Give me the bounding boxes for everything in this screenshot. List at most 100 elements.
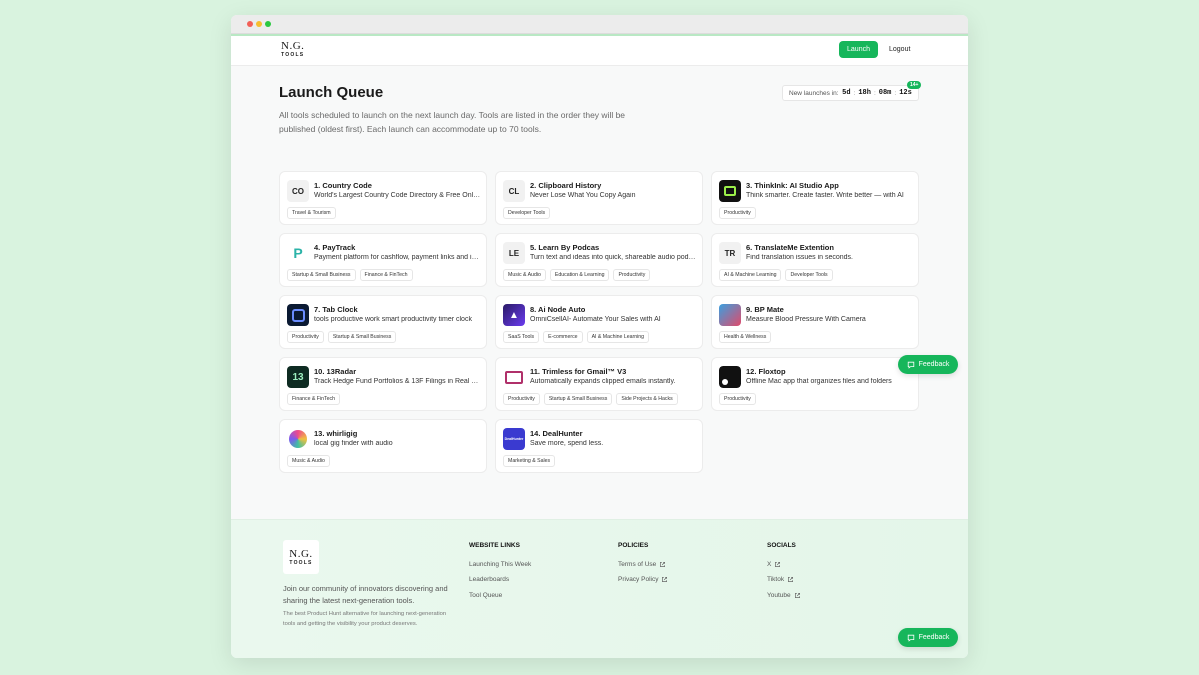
tool-card[interactable]: LE 5. Learn By Podcas Turn text and ideas … [495,233,703,287]
tool-card[interactable]: DealHunter 14. DealHunter Save more, spend… [495,419,703,473]
tool-card[interactable]: 12. Floxtop Offline Mac app that organize… [711,357,919,411]
close-window-dot[interactable] [247,21,253,27]
tool-title[interactable]: 13. whirligig [314,429,357,438]
footer-link-tool-queue[interactable]: Tool Queue [469,588,531,603]
footer-link-terms[interactable]: Terms of Use [618,557,668,572]
floxtop-icon [719,366,741,388]
launch-button[interactable]: Launch [839,41,878,58]
tool-title[interactable]: 14. DealHunter [530,429,583,438]
tool-title[interactable]: 8. Ai Node Auto [530,305,585,314]
category-tag[interactable]: Finance & FinTech [359,269,413,281]
category-tag[interactable]: Developer Tools [785,269,833,281]
tool-card[interactable]: P 4. PayTrack Payment platform for cashflo… [279,233,487,287]
category-tag[interactable]: SaaS Tools [503,331,540,343]
terms-link-label: Terms of Use [618,561,657,569]
footer-socials-heading: SOCIALS [767,542,796,549]
footer-policies-heading: POLICIES [618,542,649,549]
category-tag[interactable]: Productivity [719,393,756,405]
category-tag[interactable]: Travel & Tourism [287,207,336,219]
footer-logo[interactable]: N.G. TOOLS [283,540,319,574]
external-link-icon [662,577,668,583]
tool-description: Think smarter. Create faster. Write bett… [746,192,904,199]
minimize-window-dot[interactable] [256,21,262,27]
tool-title[interactable]: 3. ThinkInk: AI Studio App [746,181,839,190]
category-tag[interactable]: Music & Audio [287,455,330,467]
tool-description: World's Largest Country Code Directory &… [314,192,481,199]
footer-link-tiktok[interactable]: Tiktok [767,572,801,587]
category-tag[interactable]: AI & Machine Learning [719,269,782,281]
translateme-icon: TR [719,242,741,264]
tool-description: Find translation issues in seconds. [746,254,853,261]
category-tag[interactable]: Startup & Small Business [543,393,613,405]
tool-title[interactable]: 6. TranslateMe Extention [746,243,834,252]
tool-title[interactable]: 10. 13Radar [314,367,356,376]
tool-card[interactable]: 13 10. 13Radar Track Hedge Fund Portfolios… [279,357,487,411]
category-tag[interactable]: Startup & Small Business [287,269,356,281]
youtube-link-label: Youtube [767,591,791,599]
tool-card[interactable]: CL 2. Clipboard History Never Lose What Yo… [495,171,703,225]
category-tag[interactable]: Startup & Small Business [327,331,397,343]
feedback-button-bottom[interactable]: Feedback [898,628,958,647]
tool-card[interactable]: 7. Tab Clock tools productive work smart … [279,295,487,349]
tool-title[interactable]: 12. Floxtop [746,367,786,376]
tool-title[interactable]: 5. Learn By Podcas [530,243,599,252]
footer-link-youtube[interactable]: Youtube [767,588,801,603]
tool-description: Turn text and ideas into quick, shareabl… [530,254,697,261]
tool-title[interactable]: 7. Tab Clock [314,305,358,314]
tool-description: Save more, spend less. [530,440,604,447]
tool-tags: Productivity Startup & Small Business [287,331,397,343]
tool-title[interactable]: 1. Country Code [314,181,372,190]
logout-button[interactable]: Logout [889,41,910,58]
feedback-label: Feedback [918,361,950,368]
tool-title[interactable]: 9. BP Mate [746,305,784,314]
logo-sub-text: TOOLS [281,52,305,58]
tool-tags: Health & Wellness [719,331,772,343]
tool-tags: Startup & Small Business Finance & FinTec… [287,269,413,281]
footer-link-x[interactable]: X [767,557,801,572]
category-tag[interactable]: Health & Wellness [719,331,772,343]
tool-description: Payment platform for cashflow, payment l… [314,254,481,261]
category-tag[interactable]: Productivity [503,393,540,405]
footer-link-leaderboards[interactable]: Leaderboards [469,572,531,587]
tool-card[interactable]: 13. whirligig local gig finder with audio… [279,419,487,473]
tool-card[interactable]: 3. ThinkInk: AI Studio App Think smarter.… [711,171,919,225]
category-tag[interactable]: AI & Machine Learning [586,331,650,343]
browser-window: N.G. TOOLS Launch Logout Launch Queue Al… [231,15,968,658]
13radar-icon: 13 [287,366,309,388]
category-tag[interactable]: Productivity [613,269,651,281]
countdown-minutes: 08m [878,89,892,97]
tool-card[interactable]: CO 1. Country Code World's Largest Country… [279,171,487,225]
tool-card[interactable]: 9. BP Mate Measure Blood Pressure With Ca… [711,295,919,349]
category-tag[interactable]: Developer Tools [503,207,551,219]
category-tag[interactable]: Music & Audio [503,269,546,281]
dealhunter-icon: DealHunter [503,428,525,450]
external-link-icon [794,592,800,598]
tool-card[interactable]: TR 6. TranslateMe Extention Find translati… [711,233,919,287]
tool-card[interactable]: 11. Trimless for Gmail™ V3 Automatically … [495,357,703,411]
tool-description: Automatically expands clipped emails ins… [530,378,676,385]
tiktok-link-label: Tiktok [767,576,785,584]
footer-link-privacy[interactable]: Privacy Policy [618,572,668,587]
site-logo[interactable]: N.G. TOOLS [281,41,304,58]
footer-logo-sub: TOOLS [289,559,313,566]
tool-tags: Marketing & Sales [503,455,556,467]
category-tag[interactable]: Productivity [287,331,324,343]
tool-description: Offline Mac app that organizes files and… [746,378,892,385]
tool-description: Measure Blood Pressure With Camera [746,316,866,323]
tool-card[interactable]: ▲ 8. Ai Node Auto OmniCsellAI- Automate Yo… [495,295,703,349]
category-tag[interactable]: E-commerce [543,331,583,343]
category-tag[interactable]: Productivity [719,207,756,219]
category-tag[interactable]: Finance & FinTech [287,393,340,405]
tool-description: tools productive work smart productivity… [314,316,472,323]
tool-title[interactable]: 4. PayTrack [314,243,355,252]
footer-link-launching-this-week[interactable]: Launching This Week [469,557,531,572]
category-tag[interactable]: Marketing & Sales [503,455,556,467]
clipboard-history-icon: CL [503,180,525,202]
category-tag[interactable]: Side Projects & Hacks [616,393,678,405]
tool-title[interactable]: 2. Clipboard History [530,181,601,190]
feedback-button[interactable]: Feedback [898,355,958,374]
category-tag[interactable]: Education & Learning [549,269,610,281]
tool-title[interactable]: 11. Trimless for Gmail™ V3 [530,367,626,376]
maximize-window-dot[interactable] [265,21,271,27]
paytrack-logo-icon: P [287,242,309,264]
